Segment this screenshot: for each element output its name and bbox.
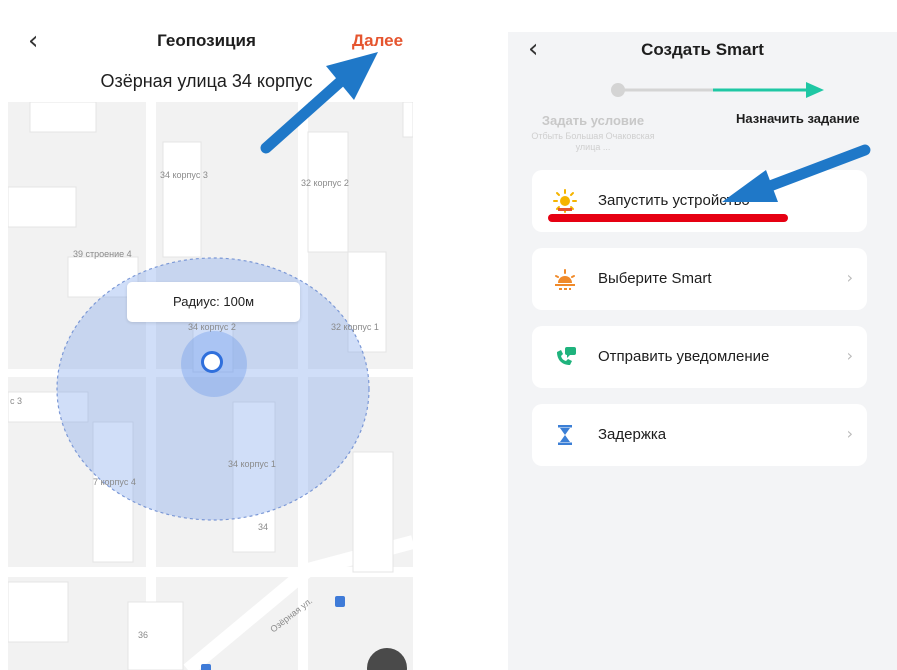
action-run-device[interactable]: Запустить устройство bbox=[532, 170, 867, 232]
action-label: Выберите Smart bbox=[598, 270, 712, 287]
building-label: 34 корпус 3 bbox=[160, 170, 208, 180]
sun-device-icon bbox=[553, 189, 577, 213]
action-send-notification[interactable]: Отправить уведомление › bbox=[532, 326, 867, 388]
radius-label: Радиус: 100м bbox=[127, 282, 300, 322]
action-select-smart[interactable]: Выберите Smart › bbox=[532, 248, 867, 310]
status-bar bbox=[508, 10, 897, 32]
address-label: Озёрная улица 34 корпус bbox=[100, 71, 313, 91]
header: ‹ Геопозиция Далее bbox=[0, 0, 413, 60]
building-label: 34 корпус 1 bbox=[228, 459, 276, 469]
bus-stop-icon bbox=[335, 596, 345, 607]
building-label: 32 корпус 2 bbox=[301, 178, 349, 188]
create-smart-screen: ‹ Создать Smart Задать условие Отбыть Бо… bbox=[508, 10, 897, 670]
page-title: Создать Smart bbox=[641, 40, 764, 59]
highlight-underline bbox=[548, 214, 788, 222]
step-condition-label: Задать условие bbox=[541, 113, 645, 128]
action-label: Запустить устройство bbox=[598, 192, 750, 209]
sunrise-scene-icon bbox=[555, 269, 575, 290]
step-condition-sublabel: Отбыть Большая Очаковская улица ... bbox=[531, 131, 655, 152]
next-button[interactable]: Далее bbox=[352, 31, 403, 51]
building-label: 39 строение 4 bbox=[73, 249, 132, 259]
building-label: 34 bbox=[258, 522, 269, 532]
location-pin-icon[interactable] bbox=[201, 351, 223, 373]
chevron-right-icon: › bbox=[846, 424, 853, 443]
geoposition-screen: ‹ Геопозиция Далее Озёрная улица 34 корп… bbox=[0, 0, 413, 670]
bus-stop-icon bbox=[201, 664, 211, 670]
action-label: Задержка bbox=[598, 426, 667, 443]
chevron-right-icon: › bbox=[846, 346, 853, 365]
building-label: 36 bbox=[138, 630, 149, 640]
hourglass-icon bbox=[558, 425, 572, 445]
building-label: с 3 bbox=[10, 396, 23, 406]
step-progress bbox=[611, 82, 824, 98]
chevron-right-icon: › bbox=[846, 268, 853, 287]
action-label: Отправить уведомление bbox=[598, 348, 770, 365]
action-delay[interactable]: Задержка › bbox=[532, 404, 867, 466]
building-label: 32 корпус 1 bbox=[331, 322, 379, 332]
step-task-label: Назначить задание bbox=[736, 111, 860, 126]
phone-message-icon bbox=[557, 347, 576, 365]
building-label: 7 корпус 4 bbox=[93, 477, 136, 487]
